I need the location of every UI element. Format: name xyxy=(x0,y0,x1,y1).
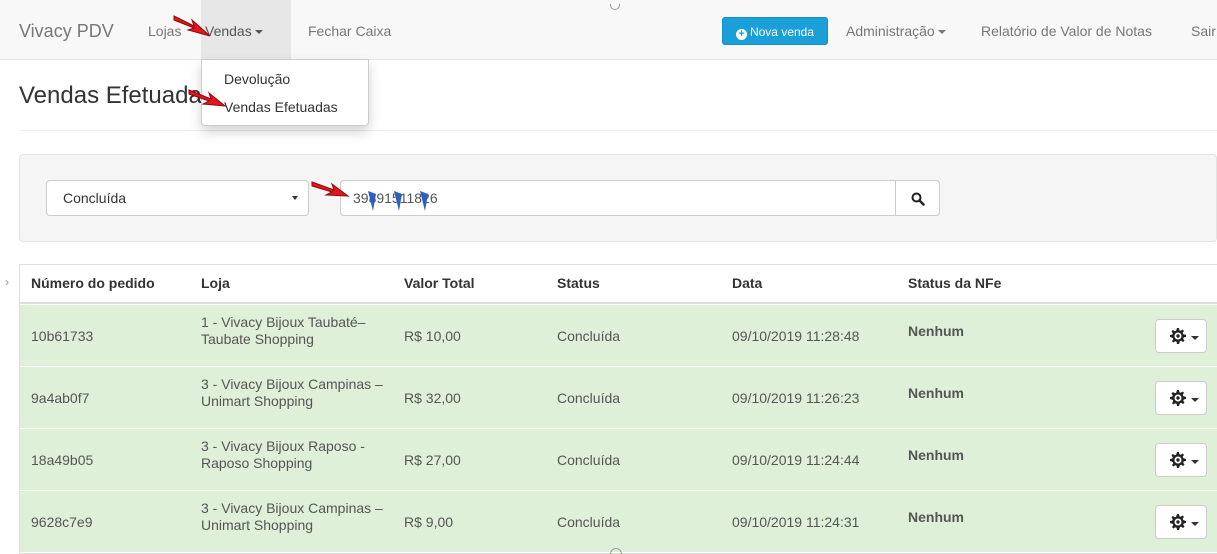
cell-status: Concluída xyxy=(557,390,621,406)
annotation-arrow-icon xyxy=(173,15,211,37)
caret-down-icon xyxy=(292,196,298,200)
table-header: Número do pedido Loja Valor Total Status… xyxy=(20,265,1217,304)
header-numero-pedido: Número do pedido xyxy=(31,275,155,291)
cell-valor: R$ 10,00 xyxy=(404,328,461,344)
cell-pedido: 10b61733 xyxy=(31,328,94,344)
row-actions-button[interactable] xyxy=(1155,505,1207,539)
header-status-nfe: Status da NFe xyxy=(908,275,1002,291)
cell-loja: 3 - Vivacy Bijoux Campinas – Unimart Sho… xyxy=(201,500,383,533)
table-row: 10b61733 1 - Vivacy Bijoux Taubaté– Taub… xyxy=(20,304,1217,366)
caret-down-icon xyxy=(1191,460,1199,464)
row-actions-button[interactable] xyxy=(1155,381,1207,415)
caret-down-icon xyxy=(254,30,263,35)
title-divider xyxy=(19,130,1217,131)
chevron-left-icon: › xyxy=(5,275,9,289)
nav-vendas-label: Vendas xyxy=(205,23,252,39)
cell-status: Concluída xyxy=(557,452,621,468)
gear-icon xyxy=(1170,328,1186,344)
caret-down-icon xyxy=(1191,336,1199,340)
annotation-pin-icon xyxy=(368,191,376,211)
gear-icon xyxy=(1170,514,1186,530)
gear-icon xyxy=(1170,452,1186,468)
nav-relatorio[interactable]: Relatório de Valor de Notas xyxy=(981,0,1152,60)
nav-sair[interactable]: Sair xyxy=(1191,0,1216,60)
nova-venda-button[interactable]: + Nova venda xyxy=(722,17,828,45)
annotation-pin-icon xyxy=(420,191,428,211)
nav-fechar-caixa[interactable]: Fechar Caixa xyxy=(308,0,391,60)
menu-item-devolucao[interactable]: Devolução xyxy=(224,71,290,87)
header-status: Status xyxy=(557,275,600,291)
cell-loja: 1 - Vivacy Bijoux Taubaté– Taubate Shopp… xyxy=(201,314,366,347)
caret-down-icon xyxy=(937,30,946,35)
search-icon xyxy=(911,192,925,206)
caret-down-icon xyxy=(1191,398,1199,402)
cell-pedido: 9628c7e9 xyxy=(31,514,93,530)
row-actions-button[interactable] xyxy=(1155,443,1207,477)
cell-data: 09/10/2019 11:24:44 xyxy=(732,452,860,468)
cell-status-nfe: Nenhum xyxy=(908,509,964,525)
cell-data: 09/10/2019 11:28:48 xyxy=(732,328,860,344)
table-row: 9628c7e9 3 - Vivacy Bijoux Campinas – Un… xyxy=(20,490,1217,552)
cell-status: Concluída xyxy=(557,328,621,344)
nova-venda-label: Nova venda xyxy=(749,25,815,39)
row-actions-button[interactable] xyxy=(1155,319,1207,353)
cell-status: Concluída xyxy=(557,514,621,530)
cell-status-nfe: Nenhum xyxy=(908,447,964,463)
sales-table: Número do pedido Loja Valor Total Status… xyxy=(19,264,1217,554)
menu-item-vendas-efetuadas[interactable]: Vendas Efetuadas xyxy=(224,99,338,115)
status-select[interactable]: Concluída xyxy=(46,180,309,216)
header-loja: Loja xyxy=(201,275,230,291)
annotation-pin-icon xyxy=(394,191,402,211)
scroll-indicator xyxy=(610,4,620,10)
annotation-arrow-icon xyxy=(188,89,227,107)
search-button[interactable] xyxy=(895,180,940,216)
header-data: Data xyxy=(732,275,763,291)
cell-valor: R$ 32,00 xyxy=(404,390,461,406)
cell-loja: 3 - Vivacy Bijoux Campinas – Unimart Sho… xyxy=(201,376,383,409)
cell-pedido: 18a49b05 xyxy=(31,452,94,468)
annotation-arrow-icon xyxy=(311,181,350,197)
table-row: 18a49b05 3 - Vivacy Bijoux Raposo - Rapo… xyxy=(20,428,1217,490)
gear-icon xyxy=(1170,390,1186,406)
cell-valor: R$ 27,00 xyxy=(404,452,461,468)
plus-circle-icon: + xyxy=(735,29,747,40)
cell-status-nfe: Nenhum xyxy=(908,385,964,401)
status-select-value: Concluída xyxy=(63,190,127,206)
cell-pedido: 9a4ab0f7 xyxy=(31,390,90,406)
nav-admin-label: Administração xyxy=(846,23,935,39)
table-row: 9a4ab0f7 3 - Vivacy Bijoux Campinas – Un… xyxy=(20,366,1217,428)
page-title: Vendas Efetuadas xyxy=(19,82,214,109)
caret-down-icon xyxy=(1191,522,1199,526)
scroll-indicator xyxy=(610,548,622,554)
nav-administracao-dropdown[interactable]: Administração xyxy=(846,0,946,60)
nav-vendas-dropdown[interactable]: Vendas xyxy=(201,0,291,60)
cell-data: 09/10/2019 11:26:23 xyxy=(732,390,860,406)
cell-loja: 3 - Vivacy Bijoux Raposo - Raposo Shoppi… xyxy=(201,438,365,471)
header-valor-total: Valor Total xyxy=(404,275,475,291)
brand-logo[interactable]: Vivacy PDV xyxy=(19,0,114,60)
cell-status-nfe: Nenhum xyxy=(908,323,964,339)
cell-valor: R$ 9,00 xyxy=(404,514,454,530)
cell-data: 09/10/2019 11:24:31 xyxy=(732,514,860,530)
